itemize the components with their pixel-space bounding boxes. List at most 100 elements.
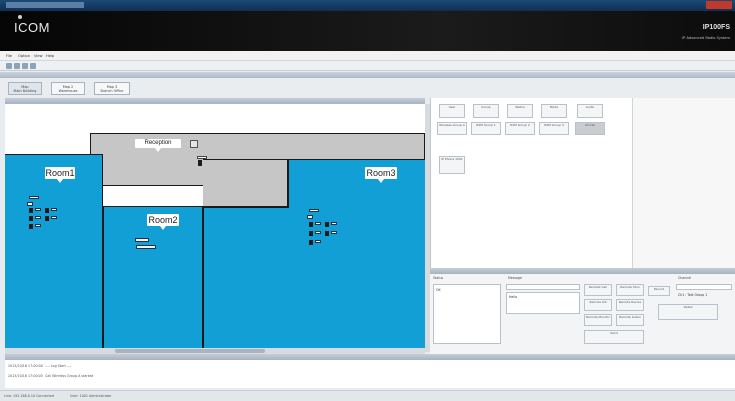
room1-radio-icon[interactable]	[29, 216, 33, 221]
remote-kill-button[interactable]: Remote Kill	[584, 299, 612, 311]
reception-terminal-icon[interactable]	[190, 140, 198, 148]
wall-divider	[203, 206, 288, 208]
status-bar: Line: 192.168.0.10 Connected User: 1001 …	[0, 390, 735, 401]
log-text: ---- Log Start ----	[44, 364, 72, 368]
contact-header-button[interactable]: Status	[507, 104, 533, 118]
room3-radio-icon[interactable]	[309, 240, 313, 245]
brand-text: ICOM	[14, 20, 50, 35]
menu-item-file[interactable]: File	[6, 54, 12, 58]
status-field: OK	[433, 284, 501, 344]
room1-radio-tag	[51, 208, 57, 211]
close-window-button[interactable]	[706, 1, 732, 9]
tab-map-2-subtitle: Warehouse	[58, 89, 78, 94]
contact-header-button[interactable]: Group	[473, 104, 499, 118]
group-call-button[interactable]: RSM Group 1	[471, 122, 501, 135]
room3-radio-tag	[331, 231, 337, 234]
channel-select[interactable]	[676, 284, 732, 290]
message-textarea[interactable]: Hello	[506, 292, 580, 314]
room1-radio-icon[interactable]	[45, 208, 49, 213]
status-value: OK	[436, 288, 441, 292]
group-call-button[interactable]: RSM Group 2	[505, 122, 535, 135]
message-select[interactable]	[506, 284, 580, 290]
room1-radio-tag	[35, 208, 41, 211]
remote-stun-button[interactable]: Remote Stun	[616, 284, 644, 296]
remote-call-button[interactable]: Remote Call	[584, 284, 612, 296]
status-bar-left: Line: 192.168.0.10 Connected	[4, 394, 54, 398]
all-call-button[interactable]: All Call	[575, 122, 605, 135]
tab-map-3[interactable]: Map 3 Branch Office	[94, 82, 130, 95]
menu-item-option[interactable]: Option	[18, 54, 30, 58]
detail-button[interactable]: Detail	[658, 304, 718, 320]
brand-logo: ICOM	[14, 15, 50, 35]
connect-icon[interactable]	[6, 63, 12, 69]
log-line: 2013/10/16 17:00:05 Call Wireless Group …	[8, 374, 93, 378]
room1-radio-icon[interactable]	[29, 208, 33, 213]
contact-panel-margin	[632, 98, 735, 268]
channel-section-label: Channel	[678, 276, 692, 280]
group-call-button[interactable]: RSM Group 3	[539, 122, 569, 135]
individual-call-button[interactable]: IP Phone 1001	[439, 156, 465, 174]
window-title	[6, 2, 84, 8]
send-button[interactable]: Send	[584, 330, 644, 344]
room1-radio-tag	[35, 216, 41, 219]
contact-header-button[interactable]: User	[439, 104, 465, 118]
room1-radio-icon[interactable]	[45, 216, 49, 221]
log-text: Call Wireless Group A started	[44, 374, 94, 378]
room3-label: Room3	[365, 167, 397, 183]
reception-label-text: Reception	[144, 140, 172, 146]
tab-map-2[interactable]: Map 2 Warehouse	[51, 82, 85, 95]
menu-item-help[interactable]: Help	[46, 54, 54, 58]
room1-radio-tag	[29, 196, 39, 199]
room3-radio-tag	[315, 231, 321, 234]
tab-map-1[interactable]: Map Main Building	[8, 82, 42, 95]
room3-label-text: Room3	[366, 168, 396, 178]
contact-header-button[interactable]: Mode	[541, 104, 567, 118]
status-bar-right: User: 1001 Administrator	[70, 394, 112, 398]
record-button[interactable]: Record	[648, 286, 670, 296]
tab-map-1-subtitle: Main Building	[13, 89, 37, 94]
log-time: 2013/10/16 17:00:05	[8, 374, 43, 378]
room1-label: Room1	[45, 167, 75, 183]
product-name: IP100FS	[702, 24, 730, 31]
room2-radio-icon[interactable]	[136, 245, 156, 249]
toolbar	[0, 61, 735, 71]
room3-radio-icon[interactable]	[325, 222, 329, 227]
room3-radio-icon[interactable]	[307, 215, 313, 219]
room1-radio-icon[interactable]	[27, 202, 33, 206]
remote-monitor-button[interactable]: Remote Monitor	[584, 314, 612, 326]
room3-radio-tag	[315, 240, 321, 243]
contact-header-button[interactable]: Audio	[577, 104, 603, 118]
room1-area[interactable]	[5, 154, 103, 352]
log-line: 2013/10/16 17:00:00 ---- Log Start ----	[8, 364, 72, 368]
wall-divider	[287, 160, 289, 208]
remote-listen-button[interactable]: Remote Listen	[616, 314, 644, 326]
room1-radio-tag	[35, 224, 41, 227]
tab-map-3-subtitle: Branch Office	[100, 89, 124, 94]
room1-radio-icon[interactable]	[29, 224, 33, 229]
reception-radio-icon[interactable]	[198, 160, 202, 166]
floor-map[interactable]: Room1 Room2 Room3 Reception	[5, 104, 425, 352]
room3-radio-icon[interactable]	[309, 231, 313, 236]
room2-label-text: Room2	[148, 215, 178, 225]
logo-dot-icon	[18, 15, 22, 19]
menu-item-view[interactable]: View	[34, 54, 43, 58]
menu-bar: File Option View Help	[0, 51, 735, 61]
room3-radio-icon[interactable]	[309, 222, 313, 227]
controls-panel: Status OK Message Hello Remote Call Remo…	[430, 274, 735, 354]
product-subtitle: IP Advanced Radio System	[682, 36, 730, 40]
event-log: 2013/10/16 17:00:00 ---- Log Start ---- …	[5, 360, 735, 388]
room2-radio-tag	[135, 238, 149, 242]
map-scroll-thumb[interactable]	[115, 349, 265, 353]
room1-radio-tag	[51, 216, 57, 219]
message-text: Hello	[509, 295, 518, 299]
save-icon[interactable]	[14, 63, 20, 69]
reception-radio-label	[197, 156, 207, 159]
room3-radio-icon[interactable]	[325, 231, 329, 236]
settings-icon[interactable]	[30, 63, 36, 69]
room2-area[interactable]	[103, 206, 203, 352]
status-section-label: Status	[433, 276, 444, 280]
print-icon[interactable]	[22, 63, 28, 69]
group-call-button[interactable]: Wireless Group A	[437, 122, 467, 135]
reception-label: Reception	[135, 139, 181, 152]
remote-revive-button[interactable]: Remote Revive	[616, 299, 644, 311]
